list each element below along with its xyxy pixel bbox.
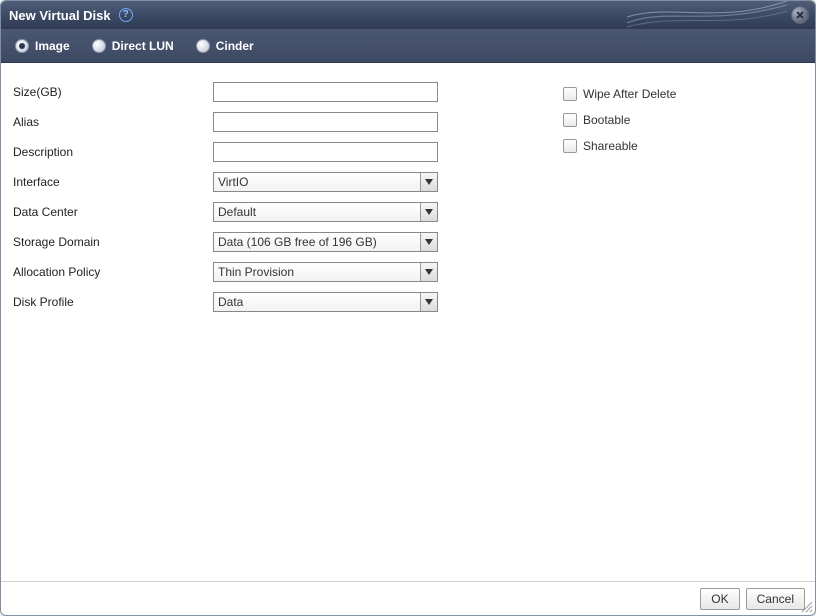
size-label: Size(GB): [13, 85, 213, 99]
description-input[interactable]: [213, 142, 438, 162]
new-virtual-disk-dialog: New Virtual Disk ? Image Direct LUN Cind…: [0, 0, 816, 616]
data-center-select[interactable]: Default: [213, 202, 438, 222]
dialog-body: Size(GB) Alias Description Interface: [1, 63, 815, 581]
tab-image[interactable]: Image: [15, 39, 70, 53]
bootable-label: Bootable: [583, 113, 630, 127]
disk-type-tabbar: Image Direct LUN Cinder: [1, 29, 815, 63]
size-input[interactable]: [213, 82, 438, 102]
interface-select[interactable]: VirtIO: [213, 172, 438, 192]
data-center-label: Data Center: [13, 205, 213, 219]
button-label: OK: [711, 592, 728, 606]
shareable-checkbox[interactable]: [563, 139, 577, 153]
ok-button[interactable]: OK: [700, 588, 739, 610]
select-value: VirtIO: [214, 175, 420, 189]
cancel-button[interactable]: Cancel: [746, 588, 805, 610]
storage-domain-select[interactable]: Data (106 GB free of 196 GB): [213, 232, 438, 252]
wipe-after-delete-checkbox[interactable]: [563, 87, 577, 101]
chevron-down-icon: [420, 173, 437, 191]
chevron-down-icon: [420, 293, 437, 311]
close-button[interactable]: [791, 6, 809, 24]
select-value: Data (106 GB free of 196 GB): [214, 235, 420, 249]
alias-label: Alias: [13, 115, 213, 129]
radio-icon: [196, 39, 210, 53]
interface-label: Interface: [13, 175, 213, 189]
tab-label: Cinder: [216, 39, 254, 53]
tab-cinder[interactable]: Cinder: [196, 39, 254, 53]
form-right-column: Wipe After Delete Bootable Shareable: [463, 77, 803, 571]
dialog-title: New Virtual Disk: [9, 8, 117, 23]
radio-icon: [15, 39, 29, 53]
dialog-footer: OK Cancel: [1, 581, 815, 615]
storage-domain-label: Storage Domain: [13, 235, 213, 249]
close-icon: [795, 10, 805, 20]
allocation-policy-select[interactable]: Thin Provision: [213, 262, 438, 282]
disk-profile-select[interactable]: Data: [213, 292, 438, 312]
select-value: Default: [214, 205, 420, 219]
chevron-down-icon: [420, 203, 437, 221]
select-value: Data: [214, 295, 420, 309]
description-label: Description: [13, 145, 213, 159]
select-value: Thin Provision: [214, 265, 420, 279]
chevron-down-icon: [420, 263, 437, 281]
wipe-after-delete-label: Wipe After Delete: [583, 87, 676, 101]
dialog-titlebar: New Virtual Disk ?: [1, 1, 815, 29]
form-left-column: Size(GB) Alias Description Interface: [13, 77, 443, 571]
allocation-policy-label: Allocation Policy: [13, 265, 213, 279]
help-icon[interactable]: ?: [119, 8, 133, 22]
tab-label: Image: [35, 39, 70, 53]
button-label: Cancel: [757, 592, 794, 606]
titlebar-decoration: [627, 1, 787, 29]
disk-profile-label: Disk Profile: [13, 295, 213, 309]
radio-icon: [92, 39, 106, 53]
shareable-label: Shareable: [583, 139, 638, 153]
alias-input[interactable]: [213, 112, 438, 132]
tab-direct-lun[interactable]: Direct LUN: [92, 39, 174, 53]
chevron-down-icon: [420, 233, 437, 251]
tab-label: Direct LUN: [112, 39, 174, 53]
bootable-checkbox[interactable]: [563, 113, 577, 127]
